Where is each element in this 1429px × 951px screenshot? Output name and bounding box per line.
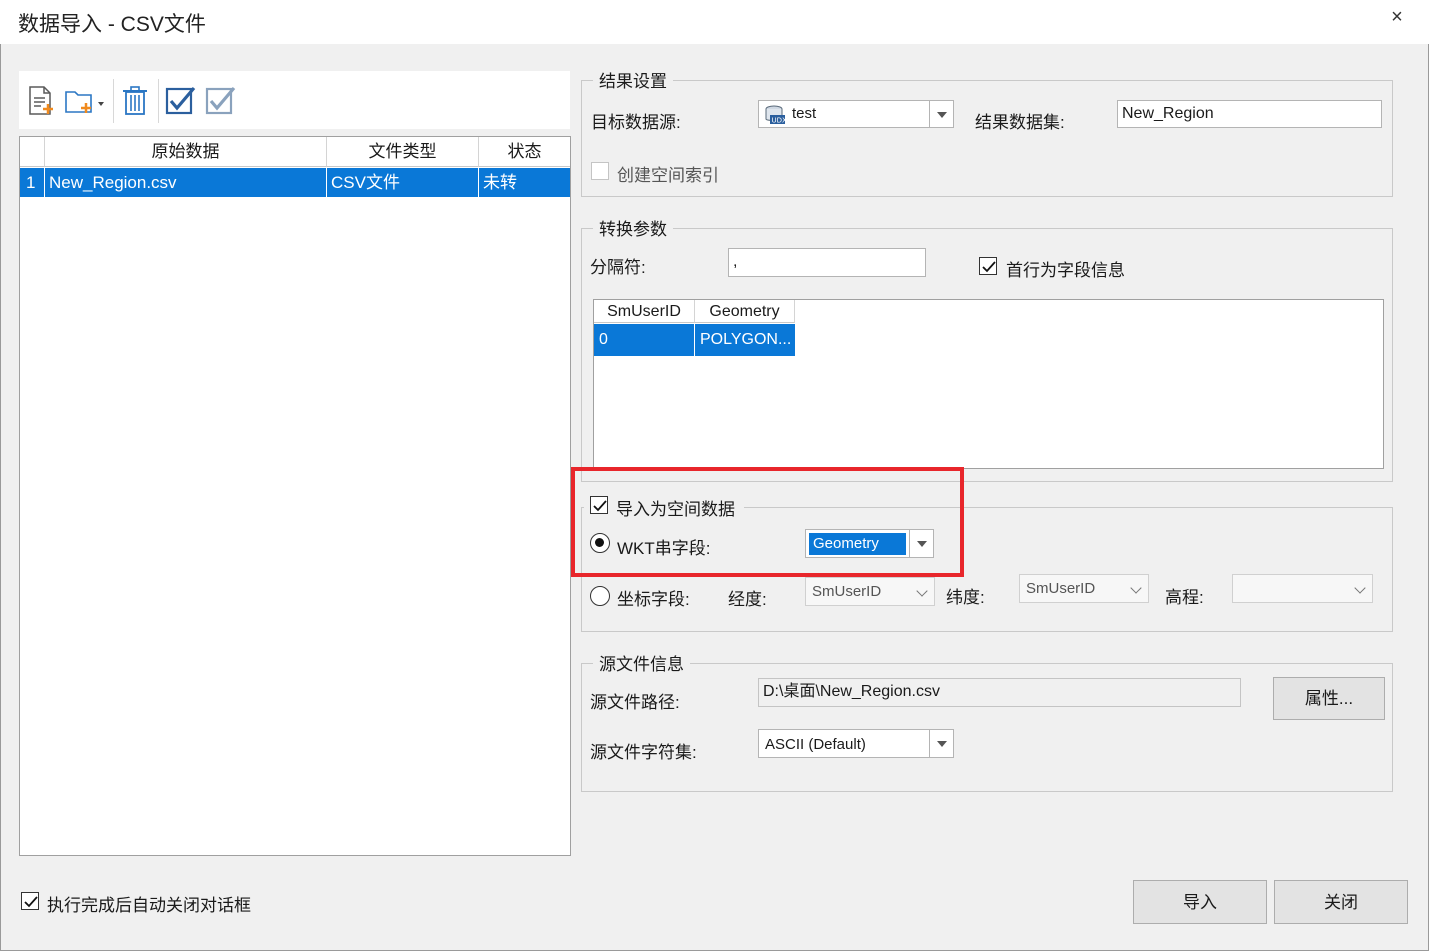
spatial-index-checkbox[interactable] — [591, 162, 609, 180]
table-row[interactable]: 0 POLYGON... — [594, 324, 795, 356]
target-datasource-value: test — [792, 105, 817, 122]
add-folder-icon[interactable] — [63, 84, 107, 118]
preview-cell-id: 0 — [599, 331, 608, 348]
source-path-input[interactable]: D:\桌面\New_Region.csv — [758, 678, 1241, 707]
row-index: 1 — [20, 168, 45, 197]
table-row[interactable]: 1 New_Region.csv CSV文件 未转 — [20, 168, 570, 197]
toolbar-separator — [158, 79, 159, 123]
cell-status: 未转 — [483, 173, 517, 192]
auto-close-label: 执行完成后自动关闭对话框 — [47, 896, 251, 915]
target-datasource-label: 目标数据源: — [591, 113, 681, 132]
charset-label: 源文件字符集: — [590, 743, 697, 762]
first-row-label: 首行为字段信息 — [1006, 261, 1125, 280]
add-file-icon[interactable] — [25, 84, 57, 118]
chevron-down-icon — [916, 585, 928, 597]
source-file-table[interactable]: 原始数据 文件类型 状态 1 New_Region.csv CSV文件 未转 — [19, 136, 571, 856]
window-title: 数据导入 - CSV文件 — [18, 13, 206, 36]
properties-button[interactable]: 属性... — [1273, 677, 1385, 720]
cell-divider — [694, 324, 695, 356]
database-icon: UDX — [765, 105, 787, 125]
toolbar-separator — [113, 79, 114, 123]
close-icon[interactable]: × — [1386, 6, 1408, 32]
auto-close-checkbox[interactable] — [21, 892, 39, 910]
preview-header-smuserid[interactable]: SmUserID — [594, 300, 695, 323]
longitude-combo[interactable]: SmUserID — [805, 577, 935, 606]
source-path-label: 源文件路径: — [590, 693, 680, 712]
svg-text:UDX: UDX — [772, 117, 787, 125]
longitude-value: SmUserID — [812, 583, 882, 600]
column-header-type[interactable]: 文件类型 — [327, 137, 479, 167]
elevation-label: 高程: — [1165, 588, 1204, 607]
preview-header-geometry[interactable]: Geometry — [695, 300, 795, 323]
cell-source-file: New_Region.csv — [45, 168, 327, 197]
source-info-label: 源文件信息 — [593, 650, 690, 675]
result-settings-label: 结果设置 — [593, 67, 673, 92]
title-bar: 数据导入 - CSV文件 × — [0, 0, 1429, 44]
elevation-combo[interactable] — [1232, 574, 1373, 603]
latitude-combo[interactable]: SmUserID — [1019, 574, 1149, 603]
import-button[interactable]: 导入 — [1133, 880, 1267, 924]
charset-value: ASCII (Default) — [765, 736, 866, 753]
result-dataset-label: 结果数据集: — [975, 113, 1065, 132]
conversion-params-label: 转换参数 — [593, 215, 673, 240]
preview-cell-geometry: POLYGON... — [700, 331, 792, 348]
invert-select-icon[interactable] — [204, 84, 236, 118]
latitude-value: SmUserID — [1026, 580, 1096, 597]
toolbar — [19, 71, 570, 129]
column-header-source[interactable]: 原始数据 — [45, 137, 327, 167]
column-header-status[interactable]: 状态 — [479, 137, 570, 167]
latitude-label: 纬度: — [946, 588, 985, 607]
row-header-column — [20, 137, 45, 167]
target-datasource-combo[interactable]: UDX test — [758, 100, 954, 128]
chevron-down-icon — [1130, 582, 1142, 594]
separator-label: 分隔符: — [590, 258, 646, 277]
first-row-checkbox[interactable] — [979, 257, 997, 275]
charset-combo[interactable]: ASCII (Default) — [758, 729, 954, 758]
delete-icon[interactable] — [119, 84, 151, 118]
cell-file-type: CSV文件 — [327, 168, 479, 197]
highlight-box — [571, 467, 964, 577]
coord-field-label: 坐标字段: — [617, 590, 690, 609]
preview-table[interactable]: SmUserID Geometry 0 POLYGON... — [593, 299, 1384, 469]
chevron-down-icon — [1354, 582, 1366, 594]
longitude-label: 经度: — [728, 590, 767, 609]
chevron-down-icon[interactable] — [929, 101, 953, 127]
chevron-down-icon[interactable] — [929, 730, 953, 757]
result-dataset-input[interactable]: New_Region — [1117, 100, 1382, 128]
separator-input[interactable]: , — [728, 248, 926, 277]
coord-field-radio[interactable] — [590, 586, 610, 606]
close-button[interactable]: 关闭 — [1274, 880, 1408, 924]
spatial-index-label: 创建空间索引 — [617, 166, 719, 185]
select-all-icon[interactable] — [164, 84, 196, 118]
